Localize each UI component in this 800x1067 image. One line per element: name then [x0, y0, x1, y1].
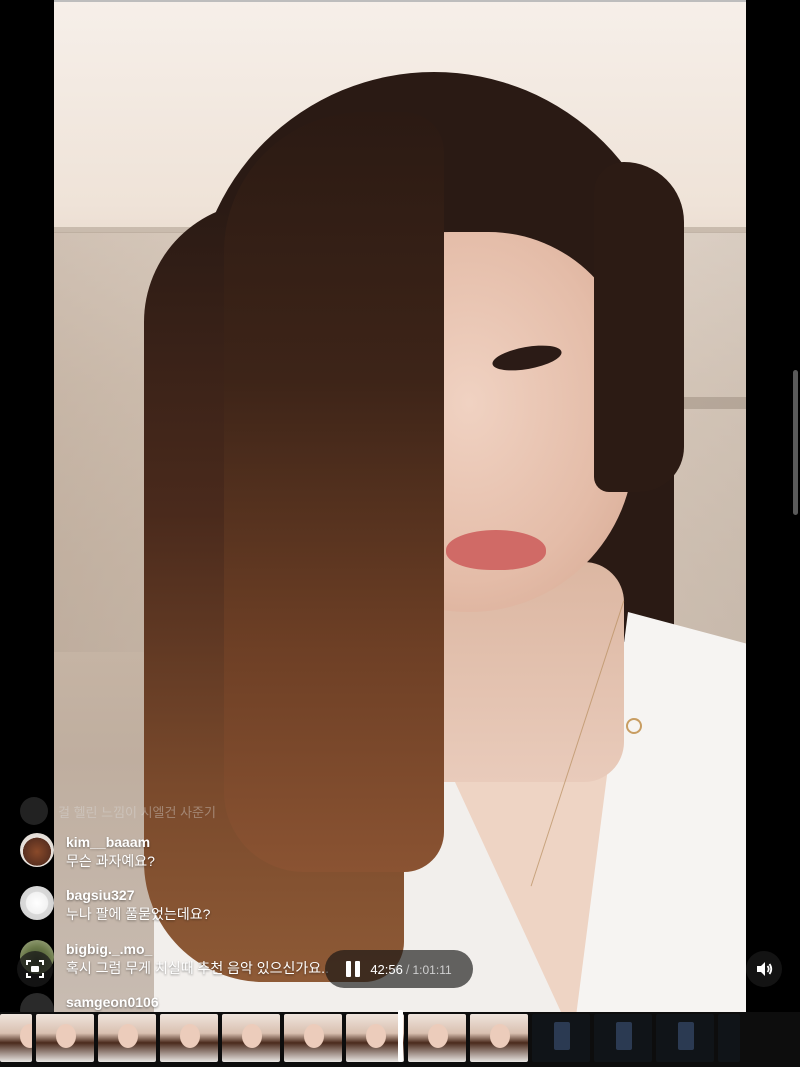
- timeline-thumbnail[interactable]: [36, 1014, 94, 1062]
- timeline-thumbnail[interactable]: [284, 1014, 342, 1062]
- comment-message: 혹시 그럼 무게 치실때 추천 음악 있으신가요..: [66, 960, 329, 976]
- faded-comment: 걸 헬린 느낌이 시엘건 사준기: [20, 797, 216, 825]
- volume-button[interactable]: [746, 951, 782, 987]
- timeline-thumbnail[interactable]: [160, 1014, 218, 1062]
- timeline-thumbnail[interactable]: [656, 1014, 714, 1062]
- live-video-player: 걸 헬린 느낌이 시엘건 사준기 kim__baaam 무슨 과자예요? bag…: [0, 0, 800, 1067]
- timeline-playhead[interactable]: [398, 1010, 403, 1062]
- comment-message: 무슨 과자예요?: [66, 853, 155, 869]
- volume-icon: [757, 962, 773, 976]
- playback-time: 42:56/1:01:11: [370, 962, 451, 977]
- scrollbar[interactable]: [793, 370, 798, 515]
- person-lips: [446, 530, 546, 570]
- screen-capture-button[interactable]: [17, 951, 53, 987]
- person-hair-front: [224, 112, 444, 872]
- timeline-thumbnail[interactable]: [718, 1014, 740, 1062]
- avatar[interactable]: [20, 886, 54, 920]
- comment-item: bagsiu327 누나 팔에 풀묻었는데요?: [20, 886, 210, 924]
- screen-capture-icon: [26, 960, 44, 978]
- total-time: 1:01:11: [412, 962, 452, 977]
- comment-username[interactable]: bagsiu327: [66, 886, 210, 904]
- playback-controls: 42:56/1:01:11: [325, 950, 473, 988]
- comment-username[interactable]: kim__baaam: [66, 833, 155, 851]
- person-hair-right: [594, 162, 684, 492]
- comment-item: kim__baaam 무슨 과자예요?: [20, 833, 155, 871]
- timeline-thumbnail[interactable]: [222, 1014, 280, 1062]
- timeline-thumbnail[interactable]: [346, 1014, 404, 1062]
- comment-username[interactable]: samgeon0106: [66, 993, 159, 1011]
- video-frame[interactable]: [54, 2, 746, 1012]
- necklace-pendant: [626, 718, 642, 734]
- timeline-thumbnail[interactable]: [98, 1014, 156, 1062]
- timeline-thumbnail[interactable]: [532, 1014, 590, 1062]
- avatar[interactable]: [20, 833, 54, 867]
- timeline-thumbnail[interactable]: [594, 1014, 652, 1062]
- pause-icon[interactable]: [346, 961, 361, 977]
- timeline-thumbnail[interactable]: [0, 1014, 32, 1062]
- comment-item: bigbig._.mo_ 혹시 그럼 무게 치실때 추천 음악 있으신가요..: [20, 940, 329, 978]
- comment-username[interactable]: bigbig._.mo_: [66, 940, 329, 958]
- current-time: 42:56: [370, 961, 403, 977]
- avatar: [20, 797, 48, 825]
- timeline-thumbnail[interactable]: [408, 1014, 466, 1062]
- time-separator: /: [405, 961, 410, 977]
- faded-comment-text: 걸 헬린 느낌이 시엘건 사준기: [58, 804, 216, 820]
- timeline-thumbnail[interactable]: [470, 1014, 528, 1062]
- comment-message: 누나 팔에 풀묻었는데요?: [66, 906, 211, 922]
